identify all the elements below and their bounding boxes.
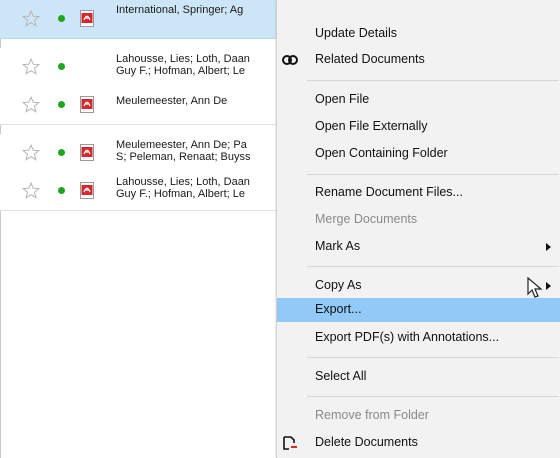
menu-item-label: Export PDF(s) with Annotations... xyxy=(315,330,500,344)
star-icon[interactable] xyxy=(22,144,40,161)
pdf-icon[interactable] xyxy=(80,96,94,113)
menu-item-label: Open Containing Folder xyxy=(315,146,448,160)
menu-item-open-containing-folder[interactable]: Open Containing Folder xyxy=(277,142,560,166)
menu-item-label: Select All xyxy=(315,369,367,383)
menu-item-label: Open File xyxy=(315,92,370,106)
menu-item-copy-as-spacer xyxy=(277,248,560,272)
menu-separator xyxy=(307,80,559,81)
menu-item-related-documents[interactable]: Related Documents xyxy=(277,48,560,72)
menu-item-label: Export... xyxy=(315,302,362,316)
menu-item-label: Copy As xyxy=(315,278,362,292)
menu-item-update-details[interactable]: Update Details xyxy=(277,22,560,46)
menu-item-export-pdf-annotations[interactable]: Export PDF(s) with Annotations... xyxy=(277,326,560,350)
star-icon[interactable] xyxy=(22,58,40,75)
authors-cell: Meulemeester, Ann De; Pa S; Peleman, Ren… xyxy=(116,139,251,163)
menu-item-open-file-externally[interactable]: Open File Externally xyxy=(277,115,560,139)
context-menu: Update Details Related Documents Open Fi… xyxy=(276,0,560,458)
submenu-arrow-icon xyxy=(546,282,551,290)
menu-item-merge-documents[interactable]: Merge Documents xyxy=(277,208,560,232)
menu-item-select-all[interactable]: Select All xyxy=(277,365,560,389)
star-icon[interactable] xyxy=(22,182,40,199)
related-documents-icon xyxy=(282,55,298,65)
authors-cell: Meulemeester, Ann De xyxy=(116,95,228,107)
menu-item-open-file[interactable]: Open File xyxy=(277,88,560,112)
menu-separator xyxy=(307,357,559,358)
read-status-dot xyxy=(58,15,65,22)
menu-item-label: Remove from Folder xyxy=(315,408,429,422)
menu-separator xyxy=(307,396,559,397)
delete-documents-icon xyxy=(283,436,297,450)
menu-item-label: Delete Documents xyxy=(315,435,418,449)
authors-cell: International, Springer; Ag xyxy=(116,4,244,16)
menu-item-delete-documents[interactable]: Delete Documents xyxy=(277,431,560,455)
read-status-dot xyxy=(58,187,65,194)
menu-item-label: Rename Document Files... xyxy=(315,185,463,199)
mouse-cursor-icon xyxy=(527,277,543,298)
menu-item-remove-from-folder[interactable]: Remove from Folder xyxy=(277,404,560,428)
menu-item-label: Merge Documents xyxy=(315,212,418,226)
pdf-icon[interactable] xyxy=(80,144,94,161)
read-status-dot xyxy=(58,149,65,156)
pdf-icon[interactable] xyxy=(80,182,94,199)
menu-item-label: Related Documents xyxy=(315,52,425,66)
read-status-dot xyxy=(58,63,65,70)
star-icon[interactable] xyxy=(22,96,40,113)
menu-item-copy-as[interactable]: Copy As xyxy=(277,274,560,298)
menu-item-label: Update Details xyxy=(315,26,397,40)
authors-cell: Lahousse, Lies; Loth, Daan Guy F.; Hofma… xyxy=(116,53,250,77)
menu-separator xyxy=(307,174,559,175)
read-status-dot xyxy=(58,101,65,108)
menu-item-label: Open File Externally xyxy=(315,119,428,133)
star-icon[interactable] xyxy=(22,10,40,27)
menu-item-rename-document-files[interactable]: Rename Document Files... xyxy=(277,181,560,205)
menu-item-export[interactable]: Export... xyxy=(277,298,560,322)
pdf-icon[interactable] xyxy=(80,10,94,27)
authors-cell: Lahousse, Lies; Loth, Daan Guy F.; Hofma… xyxy=(116,176,250,200)
